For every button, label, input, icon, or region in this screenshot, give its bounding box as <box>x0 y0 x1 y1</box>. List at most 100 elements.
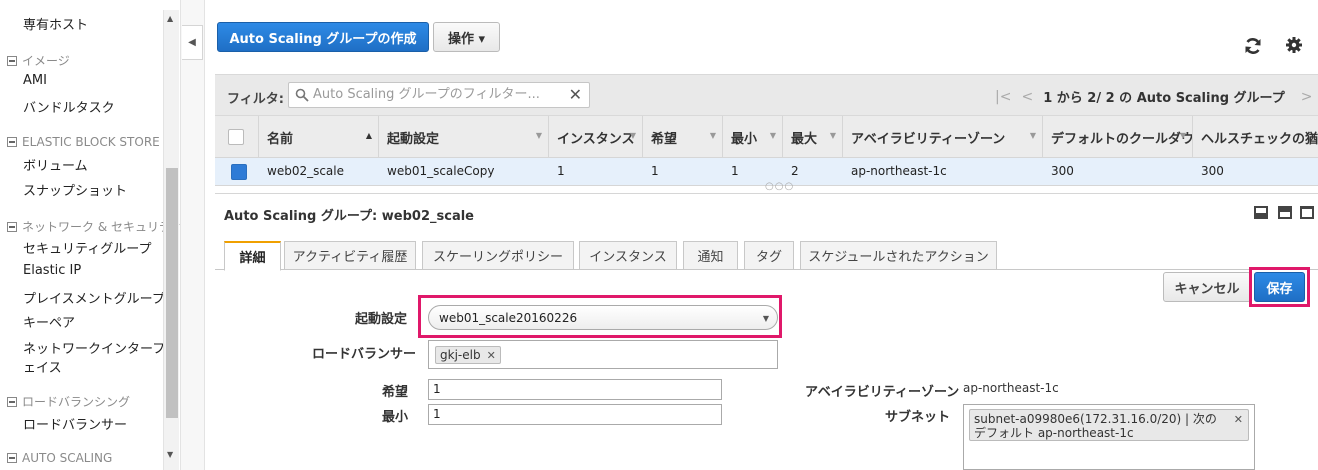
cell-max: 2 <box>791 164 799 178</box>
gear-icon[interactable] <box>1285 36 1303 54</box>
load-balancer-field[interactable]: gkj-elb ✕ <box>428 340 778 369</box>
sidebar-section-header[interactable]: AUTO SCALING <box>7 451 112 465</box>
collapse-section-icon[interactable] <box>7 396 17 407</box>
sidebar-item[interactable]: Elastic IP <box>23 263 81 278</box>
sidebar-section-label: AUTO SCALING <box>22 451 113 465</box>
col-header-instances[interactable]: インスタンス ▼ <box>549 116 643 158</box>
collapse-section-icon[interactable] <box>7 453 17 463</box>
cell-az: ap-northeast-1c <box>851 164 947 178</box>
col-header-az[interactable]: アベイラビリティーゾーン ▼ <box>843 116 1043 158</box>
sidebar-item[interactable]: プレイスメントグループ <box>23 288 165 307</box>
actions-dropdown[interactable]: 操作 ▾ <box>433 22 500 52</box>
chevron-down-icon: ▼ <box>762 314 769 323</box>
collapse-section-icon[interactable] <box>7 137 17 147</box>
remove-subnet-icon[interactable]: ✕ <box>1234 413 1243 427</box>
cell-launch-config: web01_scaleCopy <box>387 164 495 178</box>
az-label: アベイラビリティーゾーン <box>805 385 960 400</box>
remove-tag-icon[interactable]: ✕ <box>487 349 496 362</box>
tab-scheduled-actions[interactable]: スケジュールされたアクション <box>800 241 997 270</box>
sidebar-section-label: ELASTIC BLOCK STORE <box>22 135 160 149</box>
first-page-icon[interactable]: |< <box>995 89 1011 105</box>
sidebar-item[interactable]: ェイス <box>23 357 62 376</box>
sidebar-item[interactable]: キーペア <box>23 312 75 331</box>
col-header-name[interactable]: 名前 ▲ <box>259 116 379 158</box>
cell-health-check: 300 <box>1201 164 1224 178</box>
grid-header: 名前 ▲ 起動設定 ▼ インスタンス ▼ 希望 ▼ 最小 ▼ 最大 ▼ アベイラビリティーゾ… <box>215 116 1318 158</box>
save-button[interactable]: 保存 <box>1254 272 1305 302</box>
scroll-down-icon[interactable]: ▼ <box>167 450 173 459</box>
load-balancer-label: ロードバランサー <box>312 347 417 362</box>
pager: |< < 1 から 2/ 2 の Auto Scaling グループ > <box>995 87 1318 107</box>
chevron-left-icon: ◀ <box>188 37 196 48</box>
sidebar-divider <box>180 0 205 470</box>
tab-instances[interactable]: インスタンス <box>579 241 677 270</box>
min-input[interactable]: 1 <box>428 404 722 425</box>
az-value: ap-northeast-1c <box>963 381 1059 395</box>
sidebar-item[interactable]: ネットワークインターフ <box>23 338 165 357</box>
prev-page-icon[interactable]: < <box>1021 89 1033 105</box>
col-header-cooldown[interactable]: デフォルトのクールダウン ▼ <box>1043 116 1193 158</box>
launch-config-label: 起動設定 <box>355 312 408 327</box>
select-all-checkbox[interactable] <box>228 129 244 145</box>
cell-name: web02_scale <box>267 164 345 178</box>
sidebar-item[interactable]: セキュリティグループ <box>23 238 151 257</box>
col-header-min[interactable]: 最小 ▼ <box>723 116 783 158</box>
sidebar-section-header[interactable]: イメージ <box>7 52 70 69</box>
sidebar-section-header[interactable]: ネットワーク & セキュリティ <box>7 218 180 235</box>
row-checkbox[interactable] <box>231 164 247 180</box>
sidebar-section-header[interactable]: ELASTIC BLOCK STORE <box>7 135 160 149</box>
clear-filter-icon[interactable]: ✕ <box>569 85 582 104</box>
collapse-section-icon[interactable] <box>7 221 17 232</box>
sidebar: 専有ホストイメージ AMI バンドルタスク ELASTIC BLOCK STORE ボリ… <box>0 0 180 470</box>
load-balancer-tag: gkj-elb ✕ <box>435 346 501 364</box>
sidebar-item[interactable]: AMI <box>23 73 47 88</box>
sidebar-section-label: イメージ <box>22 54 70 68</box>
layout-full-icon[interactable] <box>1300 206 1314 219</box>
sidebar-item[interactable]: スナップショット <box>23 180 127 199</box>
panel-splitter[interactable]: ○○○ <box>215 181 1318 194</box>
filter-input-box[interactable]: ✕ <box>288 82 590 108</box>
sidebar-item[interactable]: ロードバランサー <box>23 414 127 433</box>
cell-min: 1 <box>731 164 739 178</box>
cell-desired: 1 <box>651 164 659 178</box>
cancel-button[interactable]: キャンセル <box>1163 272 1251 302</box>
col-header-desired[interactable]: 希望 ▼ <box>643 116 723 158</box>
launch-config-value: web01_scale20160226 <box>439 311 578 325</box>
scroll-thumb[interactable] <box>166 168 178 418</box>
detail-title: Auto Scaling グループ: web02_scale <box>224 209 474 224</box>
drag-handle-icon[interactable]: ○○○ <box>765 181 794 192</box>
tab-activity-history[interactable]: アクティビティ履歴 <box>284 241 416 270</box>
filter-label: フィルタ: <box>227 92 284 107</box>
select-all-col <box>215 116 259 158</box>
col-header-launch-config[interactable]: 起動設定 ▼ <box>379 116 549 158</box>
pager-text: 1 から 2/ 2 の Auto Scaling グループ <box>1043 91 1285 106</box>
sidebar-item[interactable]: ボリューム <box>23 155 88 174</box>
tab-details[interactable]: 詳細 <box>224 241 281 271</box>
collapse-sidebar-button[interactable]: ◀ <box>182 25 203 60</box>
desired-input[interactable]: 1 <box>428 379 722 400</box>
filter-input[interactable] <box>313 87 553 102</box>
subnet-field[interactable]: subnet-a09980e6(172.31.16.0/20) | 次のデフォル… <box>963 404 1255 470</box>
sidebar-item[interactable]: 専有ホスト <box>23 14 88 33</box>
next-page-icon[interactable]: > <box>1301 89 1313 105</box>
col-header-max[interactable]: 最大 ▼ <box>783 116 843 158</box>
tab-notifications[interactable]: 通知 <box>683 241 738 270</box>
desired-label: 希望 <box>382 385 409 400</box>
sidebar-section-label: ロードバランシング <box>22 395 131 409</box>
layout-bottom-icon[interactable] <box>1254 206 1268 219</box>
scroll-up-icon[interactable]: ▲ <box>167 14 173 23</box>
detail-tabs: 詳細 アクティビティ履歴 スケーリングポリシー インスタンス 通知 タグ スケジ… <box>215 240 1318 271</box>
sidebar-item[interactable]: バンドルタスク <box>23 97 115 116</box>
tab-scaling-policies[interactable]: スケーリングポリシー <box>422 241 574 270</box>
min-label: 最小 <box>382 410 409 425</box>
sidebar-section-header[interactable]: ロードバランシング <box>7 393 130 410</box>
sidebar-scrollbar[interactable]: ▲ ▼ <box>163 10 179 470</box>
create-asg-button[interactable]: Auto Scaling グループの作成 <box>217 22 429 52</box>
collapse-section-icon[interactable] <box>7 55 17 66</box>
cell-instances: 1 <box>557 164 565 178</box>
launch-config-select[interactable]: web01_scale20160226 ▼ <box>428 305 778 330</box>
tab-tags[interactable]: タグ <box>744 241 794 270</box>
col-header-health-check[interactable]: ヘルスチェックの猶予 <box>1193 116 1318 158</box>
refresh-icon[interactable] <box>1243 36 1263 56</box>
layout-split-icon[interactable] <box>1278 206 1292 219</box>
